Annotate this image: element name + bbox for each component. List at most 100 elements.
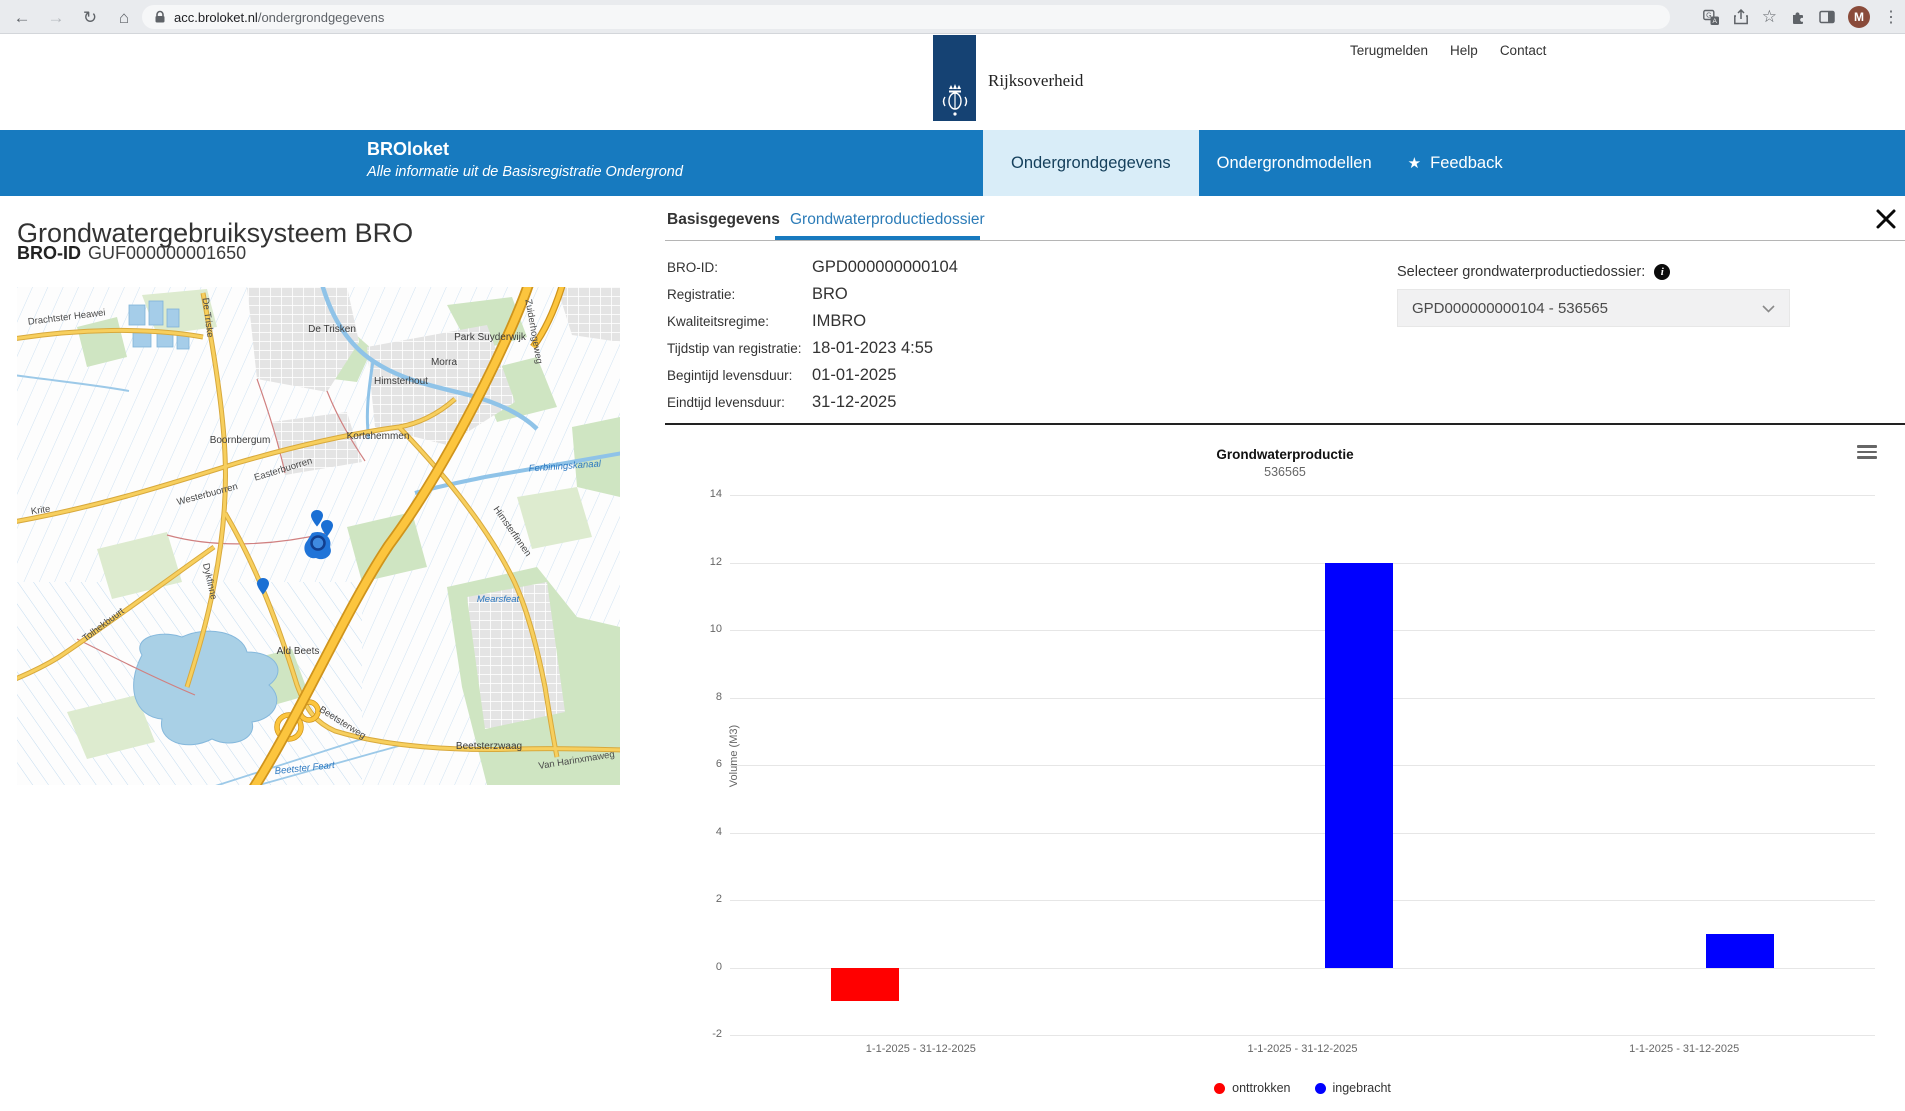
reload-button[interactable]: ↻ [76,3,104,31]
header-link-contact[interactable]: Contact [1500,43,1547,58]
map-label-place: Kortehemmen [347,431,410,442]
chart-subtitle: 536565 [665,465,1905,479]
rijksoverheid-crest-icon [940,81,970,121]
extensions-icon[interactable] [1790,9,1806,25]
header-link-terugmelden[interactable]: Terugmelden [1350,43,1428,58]
field-value: 18-01-2023 4:55 [812,339,933,358]
rijksoverheid-logo [933,35,976,121]
share-icon[interactable] [1733,9,1749,25]
map-label-place: Park Suyderwijk [454,332,527,343]
chevron-down-icon [1762,300,1775,317]
tab-grondwaterproductiedossier[interactable]: Grondwaterproductiedossier [790,211,985,229]
broloket-brand: BROloket Alle informatie uit de Basisreg… [367,139,683,180]
x-tick-label: 1-1-2025 - 31-12-2025 [1247,1043,1357,1055]
legend-label: onttrokken [1232,1081,1290,1095]
field-value: BRO [812,285,848,304]
browser-toolbar: ← → ↻ ⌂ acc.broloket.nl/ondergrondgegeve… [0,0,1905,34]
header-link-help[interactable]: Help [1450,43,1478,58]
svg-text:A: A [1712,18,1717,25]
dossier-selector-label: Selecteer grondwaterproductiedossier: i [1397,264,1670,280]
gridline [730,900,1875,901]
selected-well-marker[interactable] [312,537,325,550]
y-tick-label: 14 [680,488,722,500]
bar-ingebracht[interactable] [1325,563,1393,968]
brand-title: BROloket [367,139,683,160]
gridline [730,495,1875,496]
field-row: Begintijd levensduur:01-01-2025 [667,362,958,389]
nav-tabs: Ondergrondgegevens Ondergrondmodellen ★ Fee… [983,130,1521,196]
legend-dot-icon [1315,1083,1326,1094]
field-value: 01-01-2025 [812,366,896,385]
url-path: /ondergrondgegevens [258,10,385,25]
address-bar[interactable]: acc.broloket.nl/ondergrondgegevens [142,5,1670,29]
rijksoverheid-wordmark: Rijksoverheid [988,71,1083,91]
dossier-select-value: GPD000000000104 - 536565 [1412,300,1608,317]
gridline [730,698,1875,699]
forward-button[interactable]: → [42,3,70,31]
bar-onttrokken[interactable] [831,968,899,1002]
bar-ingebracht[interactable] [1706,934,1774,968]
browser-window: ← → ↻ ⌂ acc.broloket.nl/ondergrondgegeve… [0,0,1905,1111]
chart-legend: onttrokken ingebracht [730,1081,1875,1095]
back-button[interactable]: ← [8,3,36,31]
location-map[interactable]: Drachtster HeaweiDe TriskeDe TriskenPark… [17,287,620,785]
field-label: Eindtijd levensduur: [667,395,812,410]
gridline [730,563,1875,564]
legend-item-ingebracht[interactable]: ingebracht [1315,1081,1391,1095]
site-header: Rijksoverheid Terugmelden Help Contact [0,35,1905,130]
bro-id-label: BRO-ID [17,243,81,263]
nav-tab-ondergrondgegevens[interactable]: Ondergrondgegevens [983,130,1199,196]
legend-label: ingebracht [1333,1081,1391,1095]
field-row: BRO-ID:GPD000000000104 [667,254,958,281]
legend-item-onttrokken[interactable]: onttrokken [1214,1081,1290,1095]
nav-tab-feedback[interactable]: ★ Feedback [1390,130,1521,196]
field-label: Kwaliteitsregime: [667,314,812,329]
main-nav: BROloket Alle informatie uit de Basisreg… [0,130,1905,196]
field-value: IMBRO [812,312,866,331]
bro-id-line: BRO-IDGUF000000001650 [17,243,246,264]
dossier-select[interactable]: GPD000000000104 - 536565 [1397,289,1790,327]
field-row: Kwaliteitsregime:IMBRO [667,308,958,335]
menu-dots-icon[interactable]: ⋮ [1883,7,1899,27]
y-axis-title: Volume (M3) [728,706,740,806]
tabs-border [665,240,1905,241]
header-links: Terugmelden Help Contact [1350,43,1546,58]
y-tick-label: 4 [680,826,722,838]
dossier-fields: BRO-ID:GPD000000000104Registratie:BROKwa… [667,254,958,416]
url-domain: acc.broloket.nl [174,10,258,25]
chart-plot-area: Volume (M3) 14121086420-21-1-2025 - 31-1… [730,495,1875,1035]
translate-icon[interactable]: GA [1703,9,1720,26]
brand-tagline: Alle informatie uit de Basisregistratie … [367,164,683,180]
map-label-place: Ald Beets [277,646,320,657]
y-tick-label: -2 [680,1028,722,1040]
y-tick-label: 8 [680,691,722,703]
gridline [730,765,1875,766]
field-value: 31-12-2025 [812,393,896,412]
tab-basisgegevens[interactable]: Basisgegevens [667,211,780,229]
section-divider [665,423,1905,425]
field-value: GPD000000000104 [812,258,958,277]
map-label-water: Mearsfeat [477,594,520,605]
map-label-place: Boornbergum [210,435,271,446]
info-icon[interactable]: i [1654,264,1670,280]
nav-tab-label: Feedback [1430,154,1502,173]
nav-tab-label: Ondergrondmodellen [1217,154,1372,173]
map-label-place: Morra [431,357,458,368]
star-icon: ★ [1408,154,1421,172]
field-row: Tijdstip van registratie:18-01-2023 4:55 [667,335,958,362]
side-panel-icon[interactable] [1819,9,1835,25]
bookmark-star-icon[interactable]: ☆ [1762,7,1777,27]
close-icon[interactable] [1872,205,1900,233]
field-label: Tijdstip van registratie: [667,341,812,356]
home-button[interactable]: ⌂ [110,3,138,31]
legend-dot-icon [1214,1083,1225,1094]
nav-tab-ondergrondmodellen[interactable]: Ondergrondmodellen [1199,130,1390,196]
production-chart: Grondwaterproductie 536565 Volume (M3) 1… [665,430,1905,1108]
y-tick-label: 6 [680,758,722,770]
field-row: Eindtijd levensduur:31-12-2025 [667,389,958,416]
gridline [730,630,1875,631]
field-label: BRO-ID: [667,260,812,275]
field-label: Registratie: [667,287,812,302]
chart-menu-icon[interactable] [1857,445,1877,462]
profile-avatar[interactable]: M [1848,6,1870,28]
